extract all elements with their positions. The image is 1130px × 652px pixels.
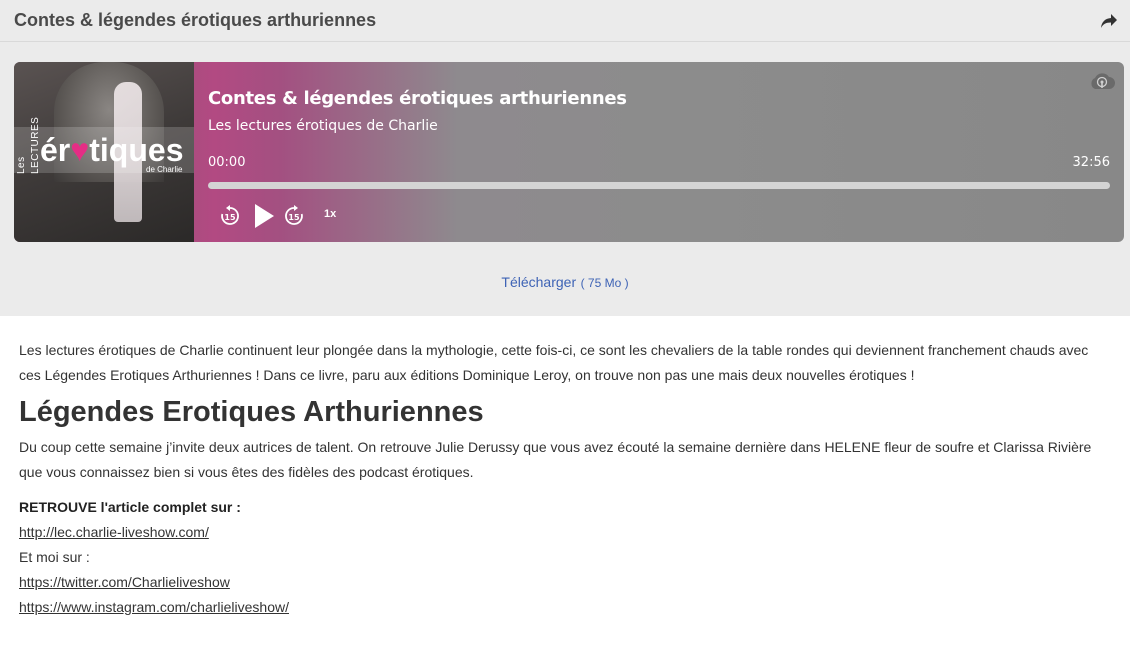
total-time: 32:56 [1072,155,1110,170]
show-name: Les lectures érotiques de Charlie [208,118,438,134]
article-heading: Légendes Erotiques Arthuriennes [19,396,484,428]
cover-logo-main-before: ér [40,132,71,168]
twitter-link[interactable]: https://twitter.com/Charlieliveshow [19,570,230,595]
cloud-podcast-icon [1091,73,1115,89]
article-content: Les lectures érotiques de Charlie contin… [0,316,1130,620]
cover-logo-les: Les [16,156,27,174]
current-time: 00:00 [208,155,246,170]
forward-15-button[interactable]: 15 [282,202,306,230]
forward-label: 15 [288,213,300,222]
audio-player: Les LECTURES ér♥tiques de Charlie Contes… [14,62,1124,242]
cta-text: RETROUVE l'article complet sur : [19,499,241,515]
page-title: Contes & légendes érotiques arthuriennes [14,10,377,30]
episode-title: Contes & légendes érotiques arthuriennes [208,88,627,109]
share-arrow-icon [1101,13,1117,28]
cover-logo-sub: de Charlie [146,165,183,174]
rewind-label: 15 [224,213,236,222]
intro-paragraph: Les lectures érotiques de Charlie contin… [19,342,1089,383]
instagram-link[interactable]: https://www.instagram.com/charlielivesho… [19,595,289,620]
body-paragraph: Du coup cette semaine j’invite deux autr… [19,439,1092,480]
download-link[interactable]: Télécharger [501,274,576,290]
play-button[interactable] [250,202,278,230]
podcast-subscribe-icon[interactable] [1088,70,1116,92]
cover-logo-main: ér♥tiques [40,132,183,169]
download-size: ( 75 Mo ) [580,276,629,290]
rewind-icon: 15 [221,205,239,225]
progress-bar[interactable] [208,182,1110,189]
website-link[interactable]: http://lec.charlie-liveshow.com/ [19,520,209,545]
heart-icon: ♥ [70,132,90,168]
rewind-15-button[interactable]: 15 [218,202,242,230]
speed-button[interactable]: 1x [324,208,336,220]
cover-logo-main-after: tiques [89,132,184,168]
title-bar: Contes & légendes érotiques arthuriennes [0,0,1130,42]
share-icon[interactable] [1098,10,1120,32]
also-text: Et moi sur : [19,549,90,565]
download-row: Télécharger ( 75 Mo ) [0,274,1130,292]
player-section: Contes & légendes érotiques arthuriennes… [0,0,1130,316]
podcast-cover: Les LECTURES ér♥tiques de Charlie [14,62,194,242]
play-icon [255,204,274,228]
forward-icon: 15 [285,205,303,225]
